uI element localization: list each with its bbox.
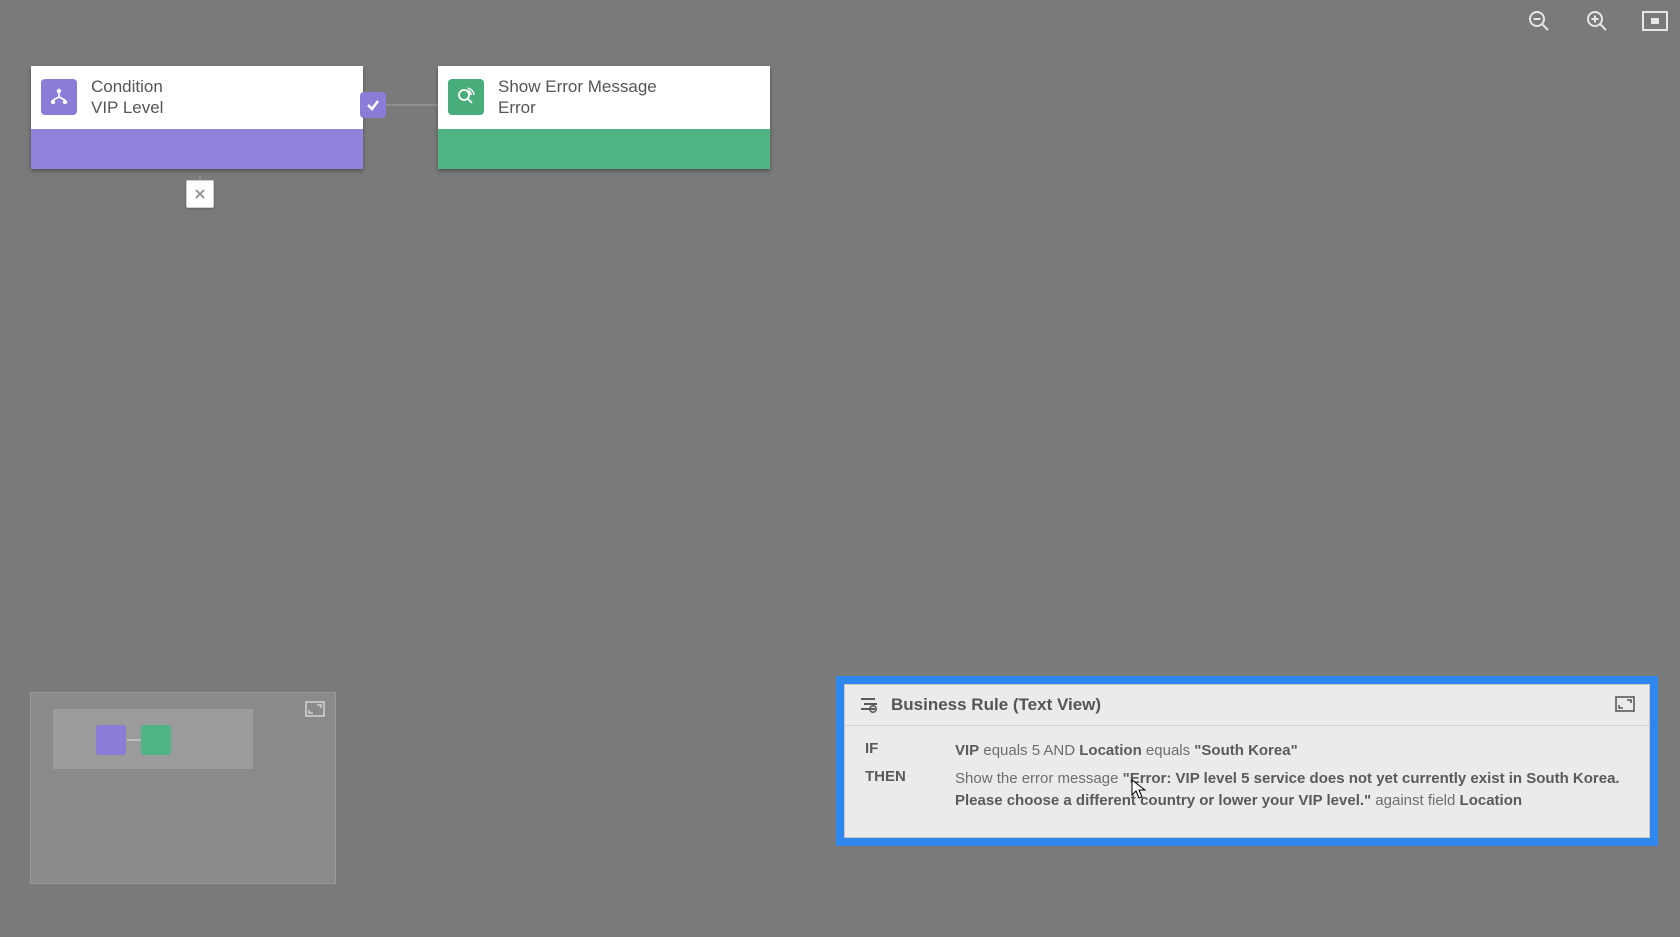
textview-body: IF VIP equals 5 AND Location equals "Sou…: [845, 726, 1649, 837]
then-action-text: Show the error message "Error: VIP level…: [955, 768, 1629, 812]
action-node[interactable]: Show Error Message Error: [438, 66, 770, 169]
minimap-connector: [127, 739, 141, 741]
condition-icon: [41, 79, 77, 115]
condition-node-strip: [31, 129, 363, 169]
condition-node-header: Condition VIP Level: [31, 66, 363, 129]
condition-node[interactable]: Condition VIP Level: [31, 66, 363, 169]
if-label: IF: [865, 740, 955, 762]
connector-line: [386, 104, 438, 106]
textview-icon: [859, 695, 879, 715]
minimap[interactable]: [30, 692, 336, 884]
textview-title: Business Rule (Text View): [891, 695, 1615, 715]
zoom-in-button[interactable]: [1582, 6, 1612, 36]
action-node-header: Show Error Message Error: [438, 66, 770, 129]
minimap-action-node: [141, 725, 171, 755]
action-node-strip: [438, 129, 770, 169]
textview-header: Business Rule (Text View): [845, 685, 1649, 726]
true-branch-connector[interactable]: [360, 92, 386, 118]
error-message-icon: [448, 79, 484, 115]
action-node-title: Show Error Message Error: [498, 76, 657, 119]
minimap-condition-node: [96, 725, 126, 755]
textview-highlight: Business Rule (Text View) IF VIP equals …: [836, 676, 1658, 846]
condition-node-title: Condition VIP Level: [91, 76, 163, 119]
canvas-toolbar: [1524, 6, 1670, 36]
fit-screen-button[interactable]: [1640, 6, 1670, 36]
minimap-expand-button[interactable]: [305, 701, 325, 717]
then-label: THEN: [865, 768, 955, 812]
false-branch-connector[interactable]: [186, 180, 214, 208]
business-rule-textview[interactable]: Business Rule (Text View) IF VIP equals …: [844, 684, 1650, 838]
textview-expand-button[interactable]: [1615, 696, 1635, 714]
zoom-out-button[interactable]: [1524, 6, 1554, 36]
if-condition-text: VIP equals 5 AND Location equals "South …: [955, 740, 1629, 762]
